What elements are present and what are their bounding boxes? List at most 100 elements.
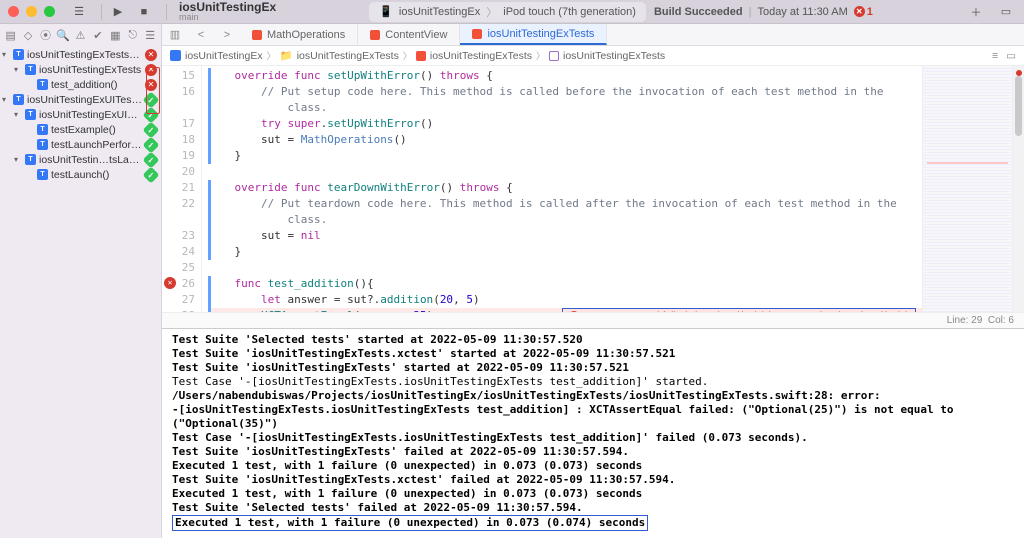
code-line[interactable]: class. — [208, 212, 922, 228]
path-seg-2[interactable]: iosUnitTestingExTests — [430, 50, 532, 62]
nav-breakpoints-icon[interactable]: ⎋ — [126, 28, 140, 42]
gutter-fail-icon[interactable]: ✕ — [164, 277, 176, 289]
minimap[interactable] — [922, 66, 1012, 312]
disclosure-triangle-icon[interactable]: ▾ — [14, 65, 22, 74]
tree-label: iosUnitTestingExTests — [39, 64, 142, 76]
code-line[interactable]: override func setUpWithError() throws { — [208, 68, 922, 84]
line-number[interactable]: 21 — [162, 180, 195, 196]
scrollbar-thumb[interactable] — [1015, 76, 1022, 136]
line-number[interactable]: 19 — [162, 148, 195, 164]
path-seg-3[interactable]: iosUnitTestingExTests — [563, 50, 665, 62]
line-number[interactable] — [162, 100, 195, 116]
line-number[interactable]: 15 — [162, 68, 195, 84]
tree-row[interactable]: TtestLaunchPerformance()✓ — [0, 137, 161, 152]
stop-button[interactable]: ■ — [134, 2, 154, 22]
nav-tests-icon[interactable]: ✔ — [91, 28, 105, 42]
error-icon: ✕ — [854, 6, 865, 17]
code-line[interactable]: sut = nil — [208, 228, 922, 244]
build-status[interactable]: Build Succeeded | Today at 11:30 AM ✕ 1 — [654, 6, 873, 18]
scheme-selector[interactable]: 📱 iosUnitTestingEx 〉 iPod touch (7th gen… — [369, 2, 646, 22]
path-seg-1[interactable]: iosUnitTestingExTests — [297, 50, 399, 62]
code-line[interactable]: XCTAssertEqual(answer, 35)✕XCTAssertEqua… — [208, 308, 922, 312]
close-window-button[interactable] — [8, 6, 19, 17]
tree-row[interactable]: ▾TiosUnitTestingExTests✕ — [0, 62, 161, 77]
code-line[interactable]: } — [208, 244, 922, 260]
disclosure-triangle-icon[interactable]: ▾ — [14, 155, 22, 164]
tree-row[interactable]: ▾TiosUnitTestingExUITests 3 te…✓ — [0, 92, 161, 107]
tree-row[interactable]: ▾TiosUnitTestingExUITests✓ — [0, 107, 161, 122]
code-line[interactable]: sut = MathOperations() — [208, 132, 922, 148]
tree-row[interactable]: Ttest_addition()✕ — [0, 77, 161, 92]
code-editor[interactable]: 151617181920212223242526✕27282930 overri… — [162, 66, 1024, 312]
scrollbar[interactable] — [1012, 66, 1024, 312]
sidebar-toggle-icon[interactable]: ☰ — [69, 2, 89, 22]
nav-symbols-icon[interactable]: ⦿ — [39, 28, 53, 42]
jump-bar[interactable]: iosUnitTestingEx 〉 📁 iosUnitTestingExTes… — [162, 46, 1024, 66]
divider — [166, 4, 167, 20]
nav-project-icon[interactable]: ▤ — [4, 28, 18, 42]
inline-error[interactable]: ✕XCTAssertEqual failed: ("Optional(25)")… — [562, 308, 916, 312]
line-number[interactable]: 27 — [162, 292, 195, 308]
path-seg-0[interactable]: iosUnitTestingEx — [185, 50, 263, 62]
code-line[interactable]: func test_addition(){ — [208, 276, 922, 292]
minimize-window-button[interactable] — [26, 6, 37, 17]
code-line[interactable]: let answer = sut?.addition(20, 5) — [208, 292, 922, 308]
test-icon: T — [37, 124, 48, 135]
project-title[interactable]: iosUnitTestingEx main — [179, 1, 276, 22]
code-line[interactable]: try super.setUpWithError() — [208, 116, 922, 132]
line-number[interactable]: 28 — [162, 308, 195, 312]
tree-row[interactable]: TtestExample()✓ — [0, 122, 161, 137]
project-icon — [170, 50, 181, 61]
line-gutter[interactable]: 151617181920212223242526✕27282930 — [162, 66, 202, 312]
code-line[interactable] — [208, 164, 922, 180]
nav-source-icon[interactable]: ◇ — [21, 28, 35, 42]
line-number[interactable]: 25 — [162, 260, 195, 276]
build-time: Today at 11:30 AM — [757, 6, 847, 18]
tree-row[interactable]: ▾TiosUnitTestin…tsLaunchTests✓ — [0, 152, 161, 167]
window-controls — [8, 6, 55, 17]
nav-issues-icon[interactable]: ⚠ — [73, 28, 87, 42]
line-number[interactable]: 18 — [162, 132, 195, 148]
disclosure-triangle-icon[interactable]: ▾ — [14, 110, 22, 119]
line-number[interactable]: 20 — [162, 164, 195, 180]
code-body[interactable]: override func setUpWithError() throws { … — [202, 66, 922, 312]
line-number[interactable]: 23 — [162, 228, 195, 244]
debug-console[interactable]: Test Suite 'Selected tests' started at 2… — [162, 328, 1024, 538]
tree-row[interactable]: ▾TiosUnitTestingExTests 1 test,…✕ — [0, 47, 161, 62]
tab-nav-back-icon[interactable]: ▥ — [162, 24, 188, 45]
folder-icon: 📁 — [280, 49, 293, 62]
add-button[interactable]: ＋ — [966, 2, 986, 22]
code-line[interactable]: class. — [208, 100, 922, 116]
zoom-window-button[interactable] — [44, 6, 55, 17]
code-line[interactable] — [208, 260, 922, 276]
line-number[interactable]: 17 — [162, 116, 195, 132]
nav-debug-icon[interactable]: ▦ — [108, 28, 122, 42]
tab-history-back-icon[interactable]: < — [188, 24, 214, 45]
line-number[interactable]: 26✕ — [162, 276, 195, 292]
editor-tab[interactable]: MathOperations — [240, 24, 358, 45]
editor-tab[interactable]: iosUnitTestingExTests — [460, 24, 607, 45]
code-line[interactable]: // Put teardown code here. This method i… — [208, 196, 922, 212]
tab-history-fwd-icon[interactable]: > — [214, 24, 240, 45]
code-line[interactable]: } — [208, 148, 922, 164]
nav-find-icon[interactable]: 🔍 — [56, 28, 70, 42]
code-line[interactable]: override func tearDownWithError() throws… — [208, 180, 922, 196]
tab-label: iosUnitTestingExTests — [487, 28, 594, 40]
run-button[interactable]: ▶ — [108, 2, 128, 22]
pass-indicator-icon: ✓ — [143, 91, 160, 108]
line-number[interactable]: 16 — [162, 84, 195, 100]
editor-tab[interactable]: ContentView — [358, 24, 460, 45]
disclosure-triangle-icon[interactable]: ▾ — [2, 50, 10, 59]
assistant-icon[interactable]: ▭ — [1006, 50, 1016, 62]
line-number[interactable]: 22 — [162, 196, 195, 212]
library-button[interactable]: ▭ — [996, 2, 1016, 22]
error-badge[interactable]: ✕ 1 — [854, 6, 873, 18]
tree-row[interactable]: TtestLaunch()✓ — [0, 167, 161, 182]
line-number[interactable]: 24 — [162, 244, 195, 260]
nav-reports-icon[interactable]: ☰ — [143, 28, 157, 42]
editor-options-icon[interactable]: ≡ — [992, 50, 998, 62]
disclosure-triangle-icon[interactable]: ▾ — [2, 95, 10, 104]
line-number[interactable] — [162, 212, 195, 228]
console-line: Test Case '-[iosUnitTestingExTests.iosUn… — [172, 375, 1014, 389]
code-line[interactable]: // Put setup code here. This method is c… — [208, 84, 922, 100]
